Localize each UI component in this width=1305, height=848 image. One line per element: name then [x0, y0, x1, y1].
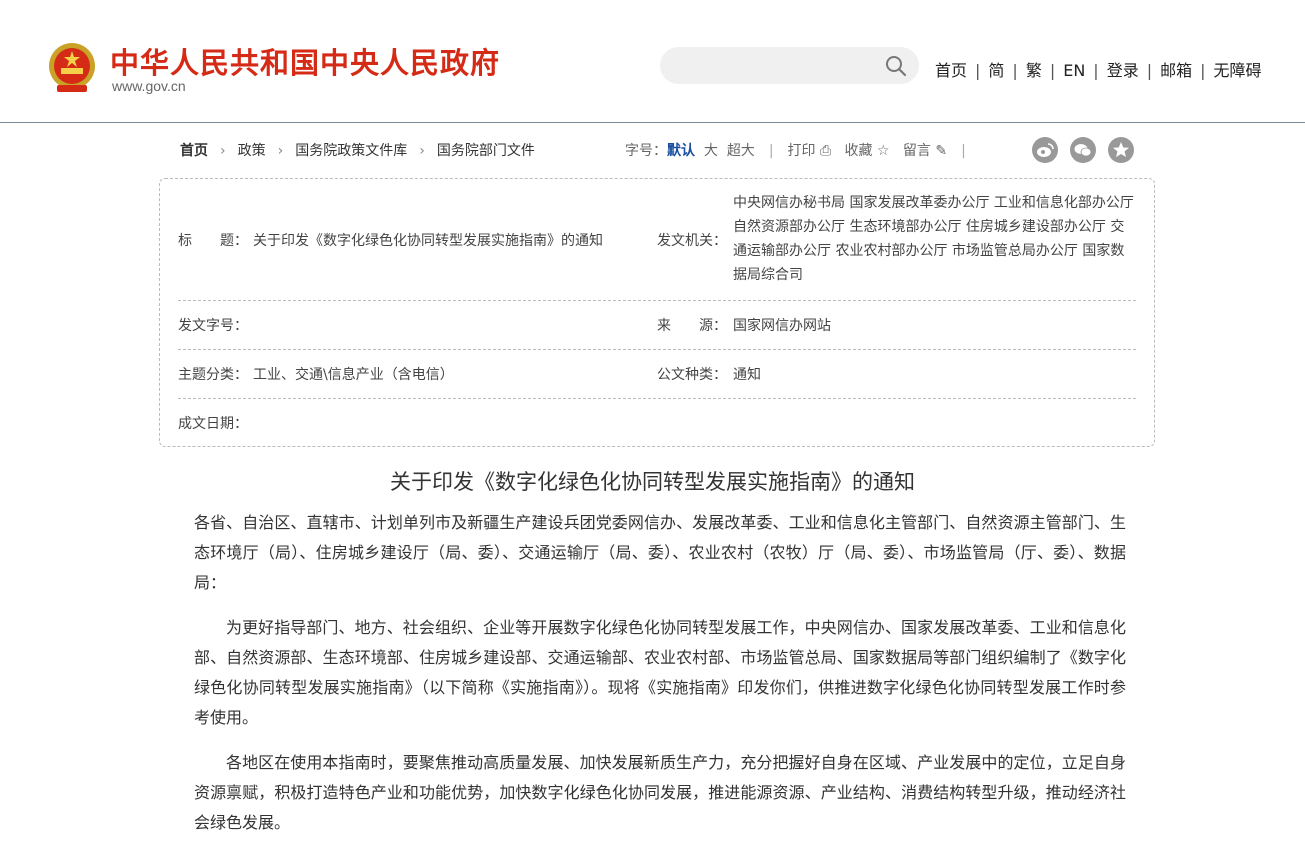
pencil-icon[interactable]: ✎	[935, 143, 947, 159]
print-button[interactable]: 打印	[788, 143, 816, 159]
chevron-right-icon: ›	[277, 143, 284, 159]
topic-value: 工业、交通\信息产业（含电信）	[253, 367, 454, 383]
tool-separator: |	[768, 143, 774, 159]
national-emblem-icon[interactable]	[47, 41, 97, 95]
topic-label: 主题分类：	[178, 367, 248, 383]
search-icon[interactable]	[885, 55, 907, 77]
nav-accessibility[interactable]: 无障碍	[1214, 61, 1262, 80]
date-label: 成文日期：	[178, 416, 248, 432]
docno-label: 发文字号：	[178, 318, 248, 334]
search-input[interactable]	[660, 47, 919, 84]
site-header: 中华人民共和国中央人民政府 www.gov.cn 首页 | 简 | 繁 | EN | 登录 | 邮箱…	[0, 0, 1305, 123]
nav-english[interactable]: EN	[1063, 61, 1085, 80]
nav-separator: |	[975, 61, 981, 80]
chevron-right-icon: ›	[220, 143, 226, 159]
wechat-share-icon[interactable]	[1070, 137, 1096, 163]
nav-separator: |	[1093, 61, 1099, 80]
site-url[interactable]: www.gov.cn	[112, 78, 186, 94]
issuer-value: 中央网信办秘书局 国家发展改革委办公厅 工业和信息化部办公厅 自然资源部办公厅 …	[733, 195, 1134, 283]
article-paragraph: 各地区在使用本指南时，要聚焦推动高质量发展、加快发展新质生产力，充分把握好自身在…	[194, 753, 1126, 832]
title-value: 关于印发《数字化绿色化协同转型发展实施指南》的通知	[253, 233, 603, 249]
nav-traditional[interactable]: 繁	[1026, 61, 1042, 80]
breadcrumb-policy[interactable]: 政策	[238, 143, 266, 159]
favorite-button[interactable]: 收藏	[845, 143, 873, 159]
nav-separator: |	[1200, 61, 1206, 80]
breadcrumb-home[interactable]: 首页	[180, 143, 208, 159]
nav-mail[interactable]: 邮箱	[1160, 61, 1192, 80]
top-nav: 首页 | 简 | 繁 | EN | 登录 | 邮箱 | 无障碍	[935, 57, 1262, 81]
nav-simplified[interactable]: 简	[988, 61, 1004, 80]
site-title[interactable]: 中华人民共和国中央人民政府	[110, 40, 500, 82]
star-share-icon[interactable]	[1108, 137, 1134, 163]
article-paragraph: 为更好指导部门、地方、社会组织、企业等开展数字化绿色化协同转型发展工作，中央网信…	[194, 618, 1126, 727]
font-xlarge-button[interactable]: 超大	[727, 143, 755, 159]
star-outline-icon[interactable]: ☆	[877, 143, 890, 159]
nav-login[interactable]: 登录	[1107, 61, 1139, 80]
document-meta-table: 标 题： 关于印发《数字化绿色化协同转型发展实施指南》的通知 发文机关： 中央网…	[159, 178, 1155, 447]
source-value: 国家网信办网站	[733, 318, 831, 334]
toolbar: 首页 › 政策 › 国务院政策文件库 › 国务院部门文件 字号：默认 大 超大 | 打印 ⎙ 收…	[180, 137, 1135, 163]
nav-separator: |	[1146, 61, 1153, 80]
doctype-value: 通知	[733, 367, 761, 383]
printer-icon[interactable]: ⎙	[820, 143, 831, 159]
tool-separator: |	[961, 143, 966, 159]
chevron-right-icon: ›	[419, 143, 425, 159]
nav-separator: |	[1049, 61, 1056, 80]
article-paragraph: 各省、自治区、直辖市、计划单列市及新疆生产建设兵团党委网信办、发展改革委、工业和…	[194, 513, 1126, 592]
page-tools: 字号：默认 大 超大 | 打印 ⎙ 收藏 ☆ 留言 ✎ |	[625, 140, 980, 160]
breadcrumb: 首页 › 政策 › 国务院政策文件库 › 国务院部门文件	[180, 140, 535, 160]
breadcrumb-department-docs[interactable]: 国务院部门文件	[437, 143, 535, 159]
title-label: 标 题：	[178, 233, 248, 249]
comment-button[interactable]: 留言	[903, 143, 931, 159]
source-label: 来 源：	[657, 318, 727, 334]
breadcrumb-policy-library[interactable]: 国务院政策文件库	[295, 143, 407, 159]
font-size-label: 字号：	[625, 143, 667, 159]
weibo-share-icon[interactable]	[1032, 137, 1058, 163]
article-title: 关于印发《数字化绿色化协同转型发展实施指南》的通知	[390, 470, 915, 494]
font-default-button[interactable]: 默认	[667, 143, 695, 159]
font-large-button[interactable]: 大	[704, 143, 718, 159]
nav-separator: |	[1012, 61, 1018, 80]
issuer-label: 发文机关：	[657, 233, 727, 249]
doctype-label: 公文种类：	[657, 367, 727, 383]
nav-home[interactable]: 首页	[935, 61, 967, 80]
